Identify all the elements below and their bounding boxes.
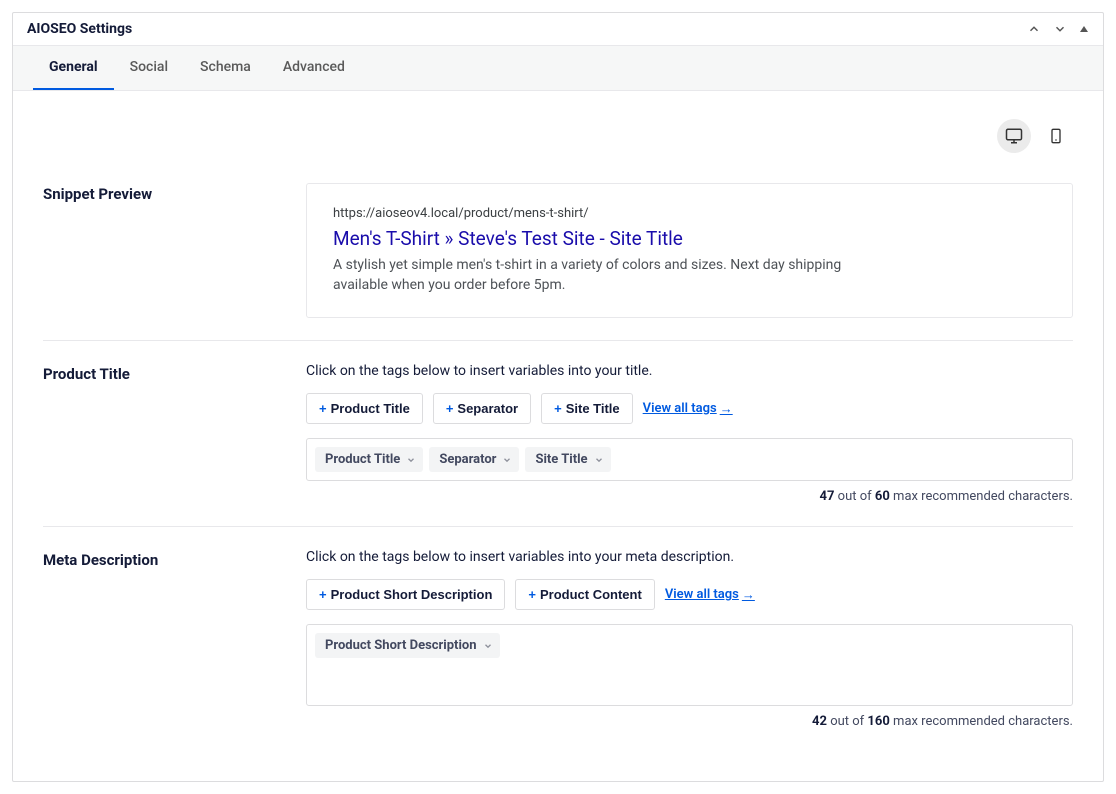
snippet-preview-content: https://aioseov4.local/product/mens-t-sh… xyxy=(306,183,1073,318)
tab-social[interactable]: Social xyxy=(114,46,184,90)
product-title-row: Product Title Click on the tags below to… xyxy=(43,340,1073,526)
chevron-down-icon xyxy=(502,455,512,465)
mobile-preview-button[interactable] xyxy=(1039,119,1073,153)
content: Snippet Preview https://aioseov4.local/p… xyxy=(13,91,1103,781)
snippet-description: A stylish yet simple men's t-shirt in a … xyxy=(333,256,853,295)
chevron-down-icon xyxy=(483,641,493,651)
device-toggle xyxy=(43,119,1073,153)
meta-description-tag-buttons: +Product Short Description +Product Cont… xyxy=(306,579,1073,610)
meta-description-char-count: 42 out of 160 max recommended characters… xyxy=(306,714,1073,729)
tabs: General Social Schema Advanced xyxy=(13,46,1103,91)
aioseo-settings-panel: AIOSEO Settings General Social Schema Ad… xyxy=(12,12,1104,782)
add-tag-separator[interactable]: +Separator xyxy=(433,393,531,424)
chip-separator[interactable]: Separator xyxy=(429,447,519,472)
meta-description-label: Meta Description xyxy=(43,549,306,729)
snippet-box: https://aioseov4.local/product/mens-t-sh… xyxy=(306,183,1073,318)
add-tag-site-title[interactable]: +Site Title xyxy=(541,393,633,424)
tab-general[interactable]: General xyxy=(33,46,114,90)
plus-icon: + xyxy=(319,401,327,416)
panel-header: AIOSEO Settings xyxy=(13,13,1103,46)
panel-controls xyxy=(1027,22,1089,36)
arrow-right-icon: → xyxy=(720,401,733,417)
add-tag-product-title[interactable]: +Product Title xyxy=(306,393,423,424)
panel-title: AIOSEO Settings xyxy=(27,21,132,37)
snippet-preview-label: Snippet Preview xyxy=(43,183,306,318)
product-title-instruction: Click on the tags below to insert variab… xyxy=(306,363,1073,379)
product-title-label: Product Title xyxy=(43,363,306,504)
view-all-tags-link[interactable]: View all tags → xyxy=(665,587,755,603)
meta-description-row: Meta Description Click on the tags below… xyxy=(43,526,1073,751)
caret-up-icon[interactable] xyxy=(1079,24,1089,34)
product-title-content: Click on the tags below to insert variab… xyxy=(306,363,1073,504)
view-all-tags-link[interactable]: View all tags → xyxy=(643,401,733,417)
product-title-char-count: 47 out of 60 max recommended characters. xyxy=(306,489,1073,504)
tab-schema[interactable]: Schema xyxy=(184,46,267,90)
meta-description-instruction: Click on the tags below to insert variab… xyxy=(306,549,1073,565)
snippet-preview-row: Snippet Preview https://aioseov4.local/p… xyxy=(43,161,1073,340)
add-tag-product-content[interactable]: +Product Content xyxy=(515,579,654,610)
meta-description-content: Click on the tags below to insert variab… xyxy=(306,549,1073,729)
snippet-url: https://aioseov4.local/product/mens-t-sh… xyxy=(333,206,1046,221)
plus-icon: + xyxy=(554,401,562,416)
chevron-down-icon xyxy=(594,455,604,465)
plus-icon: + xyxy=(446,401,454,416)
snippet-title: Men's T-Shirt » Steve's Test Site - Site… xyxy=(333,227,1046,250)
chip-product-title[interactable]: Product Title xyxy=(315,447,423,472)
arrow-right-icon: → xyxy=(742,587,755,603)
chip-site-title[interactable]: Site Title xyxy=(525,447,610,472)
chevron-down-icon[interactable] xyxy=(1053,22,1067,36)
chip-product-short-description[interactable]: Product Short Description xyxy=(315,633,500,658)
chevron-up-icon[interactable] xyxy=(1027,22,1041,36)
plus-icon: + xyxy=(528,587,536,602)
product-title-input[interactable]: Product Title Separator Site Title xyxy=(306,438,1073,481)
chevron-down-icon xyxy=(406,455,416,465)
plus-icon: + xyxy=(319,587,327,602)
desktop-preview-button[interactable] xyxy=(997,119,1031,153)
meta-description-input[interactable]: Product Short Description xyxy=(306,624,1073,706)
add-tag-product-short-description[interactable]: +Product Short Description xyxy=(306,579,505,610)
tab-advanced[interactable]: Advanced xyxy=(267,46,361,90)
product-title-tag-buttons: +Product Title +Separator +Site Title Vi… xyxy=(306,393,1073,424)
